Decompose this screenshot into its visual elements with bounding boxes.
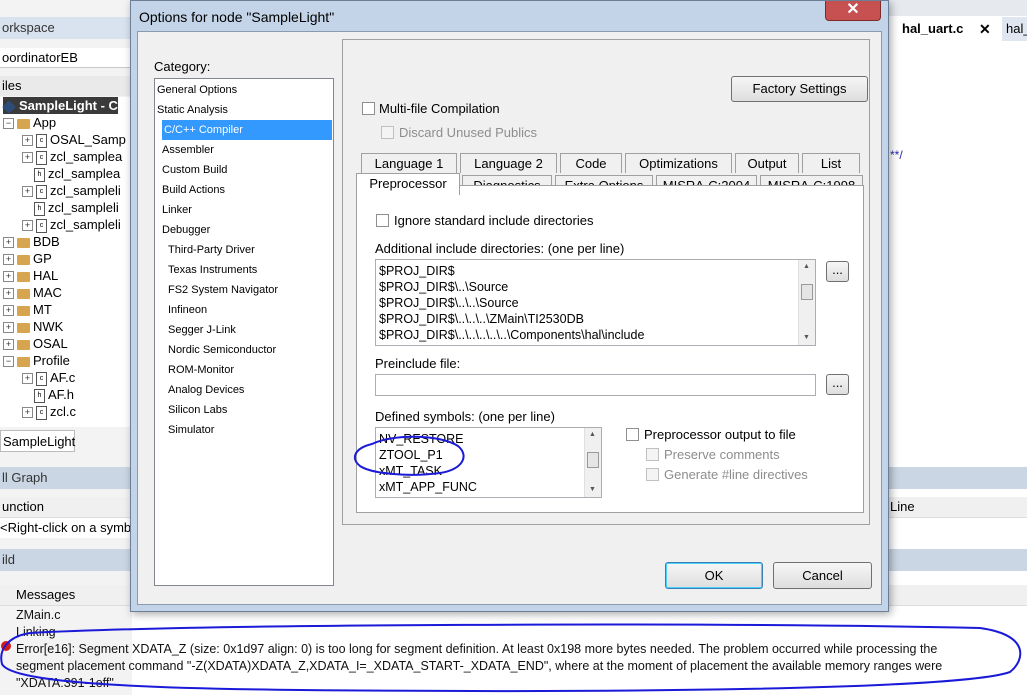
annotation-layer xyxy=(0,435,1022,693)
tab-preprocessor[interactable]: Preprocessor xyxy=(356,173,460,195)
annotation-circle-ztool xyxy=(353,435,465,476)
annotation-circle-error xyxy=(0,623,1022,693)
